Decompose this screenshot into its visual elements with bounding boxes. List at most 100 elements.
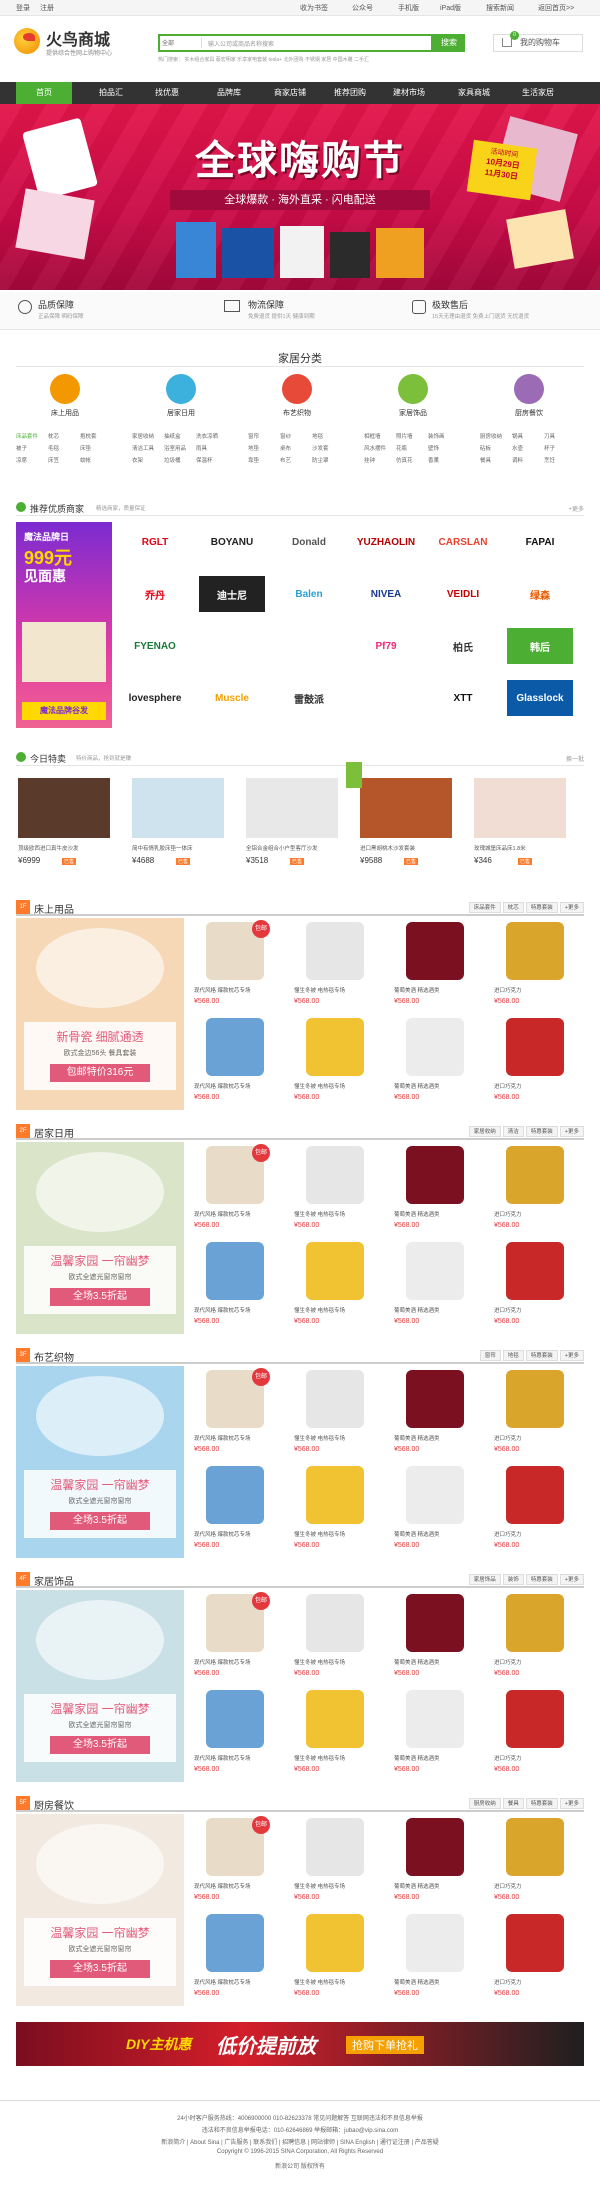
brand-logo[interactable]: 雷鼓派 bbox=[276, 680, 342, 716]
category-link[interactable]: 抱枕套 bbox=[80, 432, 97, 440]
brand-logo[interactable]: Balen bbox=[276, 576, 342, 612]
floor-promo[interactable]: 温馨家园 一帘幽梦 欧式全遮光窗帘窗帘 全场3.5折起 bbox=[16, 1366, 184, 1558]
ipad-link[interactable]: iPad版 bbox=[440, 3, 461, 13]
product-cell[interactable]: 现代风格 爆款枕芯专场 ¥568.00 包邮 bbox=[186, 1814, 284, 1910]
category-link[interactable]: 床笠 bbox=[48, 456, 59, 464]
product-cell[interactable]: 现代风格 爆款枕芯专场 ¥568.00 bbox=[186, 1238, 284, 1334]
category-link[interactable]: 照片墙 bbox=[396, 432, 413, 440]
brand-logo[interactable]: RGLT bbox=[122, 524, 188, 560]
floor-tab[interactable]: 床品套件 bbox=[468, 902, 501, 913]
product-cell[interactable]: 懂生冬被 电热毯专场 ¥568.00 bbox=[286, 1910, 384, 2006]
product-cell[interactable]: 现代风格 爆款枕芯专场 ¥568.00 包邮 bbox=[186, 1366, 284, 1462]
bottom-banner[interactable]: DIY主机惠 低价提前放 抢购下单抢礼 bbox=[16, 2022, 584, 2066]
nav-item[interactable]: 建材市场 bbox=[384, 82, 434, 104]
floor-tab[interactable]: +更多 bbox=[559, 1126, 584, 1137]
product-cell[interactable]: 进口巧克力 ¥568.00 bbox=[486, 1462, 584, 1558]
floor-tab[interactable]: +更多 bbox=[559, 1798, 584, 1809]
floor-tab[interactable]: 特惠套装 bbox=[525, 1574, 558, 1585]
news-link[interactable]: 搜索新闻 bbox=[486, 3, 514, 13]
category-link[interactable]: 窗帘 bbox=[248, 432, 259, 440]
deal-item[interactable]: 全铝合金组合小户型客厅沙发 ¥3518 已售 bbox=[246, 778, 338, 878]
product-cell[interactable]: 进口巧克力 ¥568.00 bbox=[486, 1686, 584, 1782]
brand-logo[interactable]: Glasslock bbox=[507, 680, 573, 716]
category-link[interactable]: 布艺 bbox=[280, 456, 291, 464]
floor-tab[interactable]: 厨房收纳 bbox=[468, 1798, 501, 1809]
product-cell[interactable]: 进口巧克力 ¥568.00 bbox=[486, 1366, 584, 1462]
category-link[interactable]: 仿真花 bbox=[396, 456, 413, 464]
floor-tab[interactable]: 枕芯 bbox=[502, 902, 524, 913]
category-link[interactable]: 花瓶 bbox=[396, 444, 407, 452]
product-cell[interactable]: 现代风格 爆款枕芯专场 ¥568.00 bbox=[186, 1910, 284, 2006]
deal-item[interactable]: 进口黑胡桃木沙发套装 ¥9588 已售 bbox=[360, 778, 452, 878]
site-logo[interactable]: 火鸟商城 提供综合性网上购物中心 bbox=[14, 26, 134, 62]
merchant-promo[interactable]: 魔法品牌日 999元 见面惠 魔法品牌谷发 bbox=[16, 522, 112, 728]
product-cell[interactable]: 进口巧克力 ¥568.00 bbox=[486, 1590, 584, 1686]
product-cell[interactable]: 现代风格 爆款枕芯专场 ¥568.00 包邮 bbox=[186, 918, 284, 1014]
nav-item[interactable]: 首页 bbox=[16, 82, 72, 104]
product-cell[interactable]: 懂生冬被 电热毯专场 ¥568.00 bbox=[286, 1814, 384, 1910]
product-cell[interactable]: 现代风格 爆款枕芯专场 ¥568.00 包邮 bbox=[186, 1142, 284, 1238]
floor-tab[interactable]: +更多 bbox=[559, 1574, 584, 1585]
brand-logo[interactable]: Pf79 bbox=[353, 628, 419, 664]
brand-logo[interactable]: 绿森 bbox=[507, 576, 573, 612]
category-link[interactable]: 桌布 bbox=[280, 444, 291, 452]
floor-tab[interactable]: 特惠套装 bbox=[525, 1350, 558, 1361]
category-name[interactable]: 家居饰品 bbox=[364, 408, 462, 418]
category-link[interactable]: 烹饪 bbox=[544, 456, 555, 464]
category-link[interactable]: 枕芯 bbox=[48, 432, 59, 440]
category-link[interactable]: 保温杯 bbox=[196, 456, 213, 464]
footer-links[interactable]: 新浪简介 | About Sina | 广告服务 | 联系我们 | 招聘信息 |… bbox=[0, 2137, 600, 2146]
floor-promo[interactable]: 温馨家园 一帘幽梦 欧式全遮光窗帘窗帘 全场3.5折起 bbox=[16, 1814, 184, 2006]
brand-logo[interactable]: 乔丹 bbox=[122, 576, 188, 612]
product-cell[interactable]: 现代风格 爆款枕芯专场 ¥568.00 bbox=[186, 1014, 284, 1110]
product-cell[interactable]: 进口巧克力 ¥568.00 bbox=[486, 918, 584, 1014]
nav-item[interactable]: 品牌库 bbox=[204, 82, 254, 104]
product-cell[interactable]: 进口巧克力 ¥568.00 bbox=[486, 1814, 584, 1910]
floor-tab[interactable]: +更多 bbox=[559, 902, 584, 913]
category-icon[interactable] bbox=[514, 374, 544, 404]
product-cell[interactable]: 葡萄美酒 精选酒类 ¥568.00 bbox=[386, 1686, 484, 1782]
login-link[interactable]: 登录 bbox=[16, 3, 30, 13]
category-name[interactable]: 布艺织物 bbox=[248, 408, 346, 418]
product-cell[interactable]: 葡萄美酒 精选酒类 ¥568.00 bbox=[386, 918, 484, 1014]
hero-banner[interactable]: 全球嗨购节 全球爆款 · 海外直采 · 闪电配送 活动时间 10月29日 11月… bbox=[0, 104, 600, 290]
wechat-link[interactable]: 公众号 bbox=[352, 3, 373, 13]
category-link[interactable]: 锅具 bbox=[512, 432, 523, 440]
nav-item[interactable]: 推荐团购 bbox=[322, 82, 378, 104]
category-link[interactable]: 杯子 bbox=[544, 444, 555, 452]
product-cell[interactable]: 懂生冬被 电热毯专场 ¥568.00 bbox=[286, 1462, 384, 1558]
floor-tab[interactable]: 特惠套装 bbox=[525, 1126, 558, 1137]
brand-logo[interactable]: CARSLAN bbox=[430, 524, 496, 560]
category-link[interactable]: 窗纱 bbox=[280, 432, 291, 440]
floor-tab[interactable]: 家居收纳 bbox=[468, 1126, 501, 1137]
floor-tab[interactable]: 装饰 bbox=[502, 1574, 524, 1585]
category-link[interactable]: 雨具 bbox=[196, 444, 207, 452]
deal-item[interactable]: 顶级欧西进口真牛皮沙发 ¥6999 已售 bbox=[18, 778, 110, 878]
category-link[interactable]: 垃圾桶 bbox=[164, 456, 181, 464]
category-link[interactable]: 毛毯 bbox=[48, 444, 59, 452]
category-link[interactable]: 衣架 bbox=[132, 456, 143, 464]
register-link[interactable]: 注册 bbox=[40, 3, 54, 13]
category-link[interactable]: 床品套件 bbox=[16, 432, 38, 440]
category-link[interactable]: 水壶 bbox=[512, 444, 523, 452]
category-link[interactable]: 风水摆件 bbox=[364, 444, 386, 452]
nav-item[interactable]: 生活家居 bbox=[508, 82, 568, 104]
product-cell[interactable]: 懂生冬被 电热毯专场 ¥568.00 bbox=[286, 1686, 384, 1782]
floor-tab[interactable]: 家居饰品 bbox=[468, 1574, 501, 1585]
category-icon[interactable] bbox=[166, 374, 196, 404]
brand-logo[interactable]: FAPAI bbox=[507, 524, 573, 560]
more-link[interactable]: +更多 bbox=[568, 504, 584, 513]
category-link[interactable]: 相框墙 bbox=[364, 432, 381, 440]
floor-tab[interactable]: 特惠套装 bbox=[525, 1798, 558, 1809]
brand-logo[interactable]: 韩后 bbox=[507, 628, 573, 664]
hot-keywords[interactable]: 热门搜索： 实木组合家具 蔡宏明家 乐享家电套装 tesla+ 北外团购 不锈钢… bbox=[158, 56, 468, 63]
brand-logo[interactable]: Donald bbox=[276, 524, 342, 560]
category-icon[interactable] bbox=[398, 374, 428, 404]
category-link[interactable]: 被子 bbox=[16, 444, 27, 452]
product-cell[interactable]: 现代风格 爆款枕芯专场 ¥568.00 bbox=[186, 1686, 284, 1782]
product-cell[interactable]: 懂生冬被 电热毯专场 ¥568.00 bbox=[286, 1238, 384, 1334]
brand-logo[interactable]: Muscle bbox=[199, 680, 265, 716]
product-cell[interactable]: 进口巧克力 ¥568.00 bbox=[486, 1014, 584, 1110]
product-cell[interactable]: 懂生冬被 电热毯专场 ¥568.00 bbox=[286, 1142, 384, 1238]
floor-tab[interactable]: 餐具 bbox=[502, 1798, 524, 1809]
